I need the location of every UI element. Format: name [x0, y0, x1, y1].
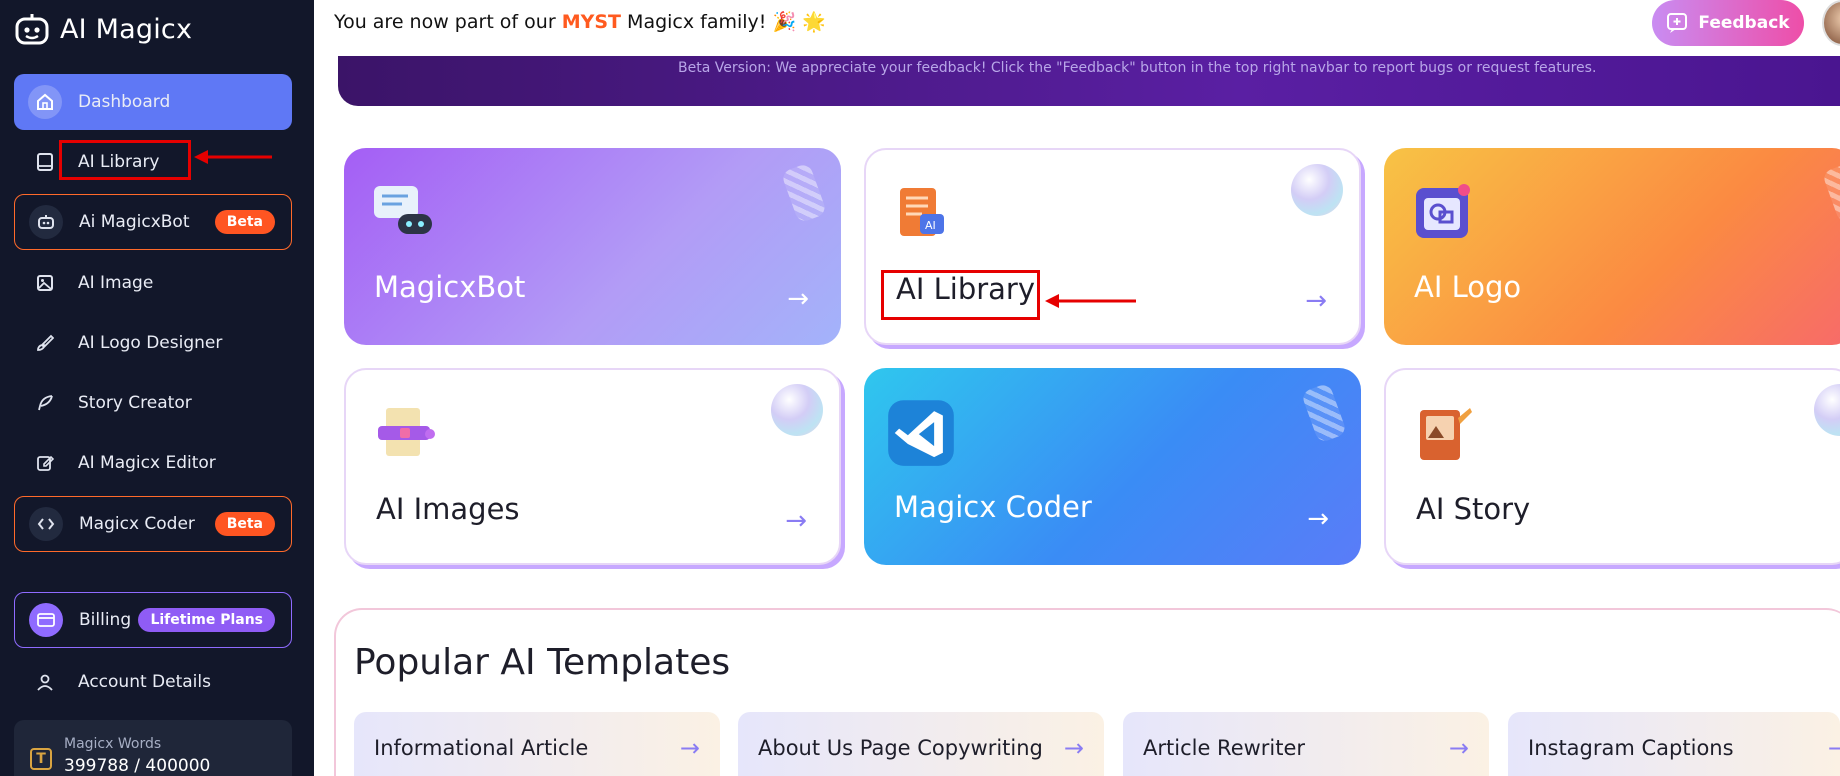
arrow-right-icon: →: [1305, 286, 1327, 316]
message-plus-icon: [1667, 13, 1688, 33]
highlight-box: [881, 270, 1040, 320]
card-title: Magicx Coder: [894, 490, 1092, 524]
app-name: AI Magicx: [60, 13, 193, 45]
image-generator-icon: [378, 408, 435, 456]
card-magicxbot[interactable]: MagicxBot →: [344, 148, 841, 345]
welcome-highlight: MYST: [561, 11, 621, 33]
orb-decoration: [771, 384, 823, 436]
sidebar-item-magicx-coder[interactable]: Magicx Coder Beta: [14, 496, 292, 552]
sidebar-item-label: Magicx Coder: [79, 514, 195, 534]
spring-decoration: [1821, 162, 1840, 224]
feedback-button[interactable]: Feedback: [1652, 0, 1804, 46]
sidebar: AI Magicx Dashboard AI Library Ai Magicx…: [0, 0, 314, 776]
card-title: AI Story: [1416, 492, 1531, 526]
user-icon: [28, 665, 62, 699]
template-label: Article Rewriter: [1143, 736, 1306, 760]
sidebar-item-billing[interactable]: Billing Lifetime Plans: [14, 592, 292, 648]
template-label: Instagram Captions: [1528, 736, 1734, 760]
card-title: AI Images: [376, 492, 520, 526]
arrow-right-icon: →: [1063, 734, 1084, 762]
arrow-right-icon: →: [1827, 734, 1840, 762]
card-title: MagicxBot: [374, 270, 526, 304]
svg-text:AI: AI: [925, 219, 936, 232]
home-icon: [28, 85, 62, 119]
words-value: 399788 / 400000: [64, 756, 211, 776]
logo-design-icon: [1416, 184, 1470, 238]
words-usage-box: T Magicx Words 399788 / 400000: [14, 720, 292, 776]
sidebar-item-ai-image[interactable]: AI Image: [14, 255, 292, 311]
card-title: AI Logo: [1414, 270, 1522, 304]
words-label: Magicx Words: [64, 736, 162, 752]
spring-decoration: [780, 162, 828, 224]
sidebar-item-account-details[interactable]: Account Details: [14, 654, 292, 710]
banner-text: Beta Version: We appreciate your feedbac…: [678, 60, 1597, 76]
sidebar-item-story-creator[interactable]: Story Creator: [14, 375, 292, 431]
sidebar-item-dashboard[interactable]: Dashboard: [14, 74, 292, 130]
bot-icon: [29, 205, 63, 239]
sidebar-item-label: Ai MagicxBot: [79, 212, 190, 232]
sidebar-item-ai-logo-designer[interactable]: AI Logo Designer: [14, 315, 292, 371]
sidebar-item-label: Dashboard: [78, 92, 171, 112]
template-card[interactable]: About Us Page Copywriting →: [738, 712, 1104, 776]
sidebar-item-label: Account Details: [78, 672, 211, 692]
edit-icon: [28, 446, 62, 480]
sidebar-item-label: Story Creator: [78, 393, 192, 413]
arrow-right-icon: →: [1448, 734, 1469, 762]
welcome-message: You are now part of our MYST Magicx fami…: [334, 10, 826, 33]
arrow-right-icon: →: [787, 284, 809, 314]
card-magicx-coder[interactable]: Magicx Coder →: [864, 368, 1361, 565]
document-ai-icon: AI: [900, 188, 944, 236]
robot-logo-icon: [15, 14, 49, 45]
feedback-label: Feedback: [1698, 13, 1790, 33]
lifetime-plans-badge: Lifetime Plans: [138, 608, 275, 632]
highlight-box: [59, 140, 191, 180]
image-icon: [28, 266, 62, 300]
beta-banner: Beta Version: We appreciate your feedbac…: [338, 56, 1840, 106]
orb-decoration: [1291, 164, 1343, 216]
orb-decoration: [1814, 384, 1840, 436]
arrow-right-icon: →: [679, 734, 700, 762]
arrow-right-icon: →: [785, 506, 807, 536]
token-icon: T: [30, 748, 52, 770]
template-card[interactable]: Informational Article →: [354, 712, 720, 776]
brush-icon: [28, 326, 62, 360]
arrow-right-icon: →: [1307, 504, 1329, 534]
sidebar-item-ai-magicx-editor[interactable]: AI Magicx Editor: [14, 435, 292, 491]
annotation-arrow: [194, 150, 272, 164]
avatar[interactable]: [1822, 0, 1840, 46]
credit-card-icon: [29, 603, 63, 637]
section-title: Popular AI Templates: [354, 642, 731, 683]
feather-icon: [28, 386, 62, 420]
spring-decoration: [1300, 382, 1348, 444]
sidebar-item-label: AI Magicx Editor: [78, 453, 216, 473]
card-ai-images[interactable]: AI Images →: [344, 368, 841, 565]
app-logo[interactable]: AI Magicx: [14, 10, 192, 48]
card-ai-story[interactable]: AI Story →: [1384, 368, 1840, 565]
sidebar-item-label: AI Logo Designer: [78, 333, 223, 353]
story-book-icon: [1420, 408, 1472, 460]
card-ai-logo[interactable]: AI Logo →: [1384, 148, 1840, 345]
code-icon: [29, 507, 63, 541]
welcome-prefix: You are now part of our: [334, 11, 556, 33]
welcome-suffix: Magicx family! 🎉 🌟: [627, 11, 826, 33]
sidebar-item-label: Billing: [79, 610, 132, 630]
template-card[interactable]: Instagram Captions →: [1508, 712, 1840, 776]
book-icon: [28, 145, 62, 179]
sidebar-item-label: AI Image: [78, 273, 154, 293]
template-label: About Us Page Copywriting: [758, 736, 1043, 760]
template-label: Informational Article: [374, 736, 589, 760]
chat-bot-icon: [374, 186, 432, 234]
beta-badge: Beta: [214, 210, 275, 234]
vscode-icon: [888, 400, 954, 466]
template-card[interactable]: Article Rewriter →: [1123, 712, 1489, 776]
beta-badge: Beta: [214, 512, 275, 536]
annotation-arrow: [1045, 294, 1136, 308]
sidebar-item-ai-magicxbot[interactable]: Ai MagicxBot Beta: [14, 194, 292, 250]
topbar: You are now part of our MYST Magicx fami…: [314, 0, 1840, 56]
